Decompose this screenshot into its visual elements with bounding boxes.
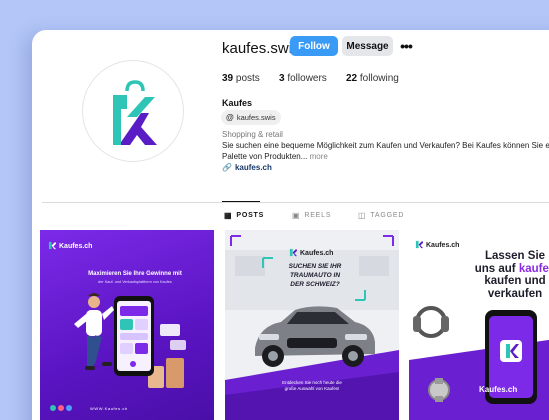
more-options-icon[interactable]: ••• [398, 36, 414, 56]
tabs-divider [42, 202, 549, 203]
post-tile[interactable]: Kaufes.ch Maximieren Sie Ihre Gewinne mi… [40, 230, 214, 420]
tab-tagged-label: TAGGED [370, 212, 405, 219]
heading-line: kaufen und [484, 275, 546, 287]
bio-more-link[interactable]: more [310, 152, 328, 161]
post-subheadline: der Kauf- und Verkaufsplattform von Kauf… [98, 280, 172, 284]
post-logo: Kaufes.ch [48, 241, 92, 252]
tab-posts[interactable]: ▦ POSTS [224, 211, 264, 220]
post-tile[interactable]: Kaufes.ch Lassen Sie uns auf kaufes kauf… [409, 230, 549, 420]
profile-avatar[interactable] [82, 60, 184, 162]
following-count: 22 [346, 73, 358, 84]
posts-label: posts [235, 73, 260, 84]
heading-line: uns auf kaufes [449, 263, 549, 276]
tab-reels[interactable]: ▣ REELS [292, 211, 331, 220]
heading-highlight: kaufes [518, 262, 549, 275]
posts-count: 39 [222, 73, 234, 84]
tagged-icon: ◫ [358, 211, 367, 220]
following-label: following [359, 73, 399, 84]
facebook-icon [50, 405, 56, 411]
post-headline: Maximieren Sie Ihre Gewinne mit [88, 271, 182, 277]
post-heading: Lassen Sie uns auf kaufes kaufen und ver… [449, 250, 549, 300]
grid-icon: ▦ [224, 211, 233, 220]
post-brand: Kaufes.ch [479, 385, 518, 394]
profile-name: Kaufes [222, 98, 253, 108]
profile-window: kaufes.swis Follow Message ••• 39 posts … [32, 30, 549, 420]
link-icon: 🔗 [222, 163, 232, 172]
post-logo-text: Kaufes.ch [426, 242, 460, 249]
kaufes-logo-icon [289, 248, 298, 259]
post-tile[interactable]: Kaufes.ch SUCHEN SIE IHR TRAUMAUTO IN DE… [225, 230, 399, 420]
profile-link-text: kaufes.ch [234, 163, 272, 172]
banner-line: SUCHEN SIE IHR [288, 263, 342, 270]
followers-count: 3 [279, 73, 285, 84]
tab-reels-label: REELS [304, 212, 332, 219]
banner-line: DER SCHWEIZ? [290, 281, 340, 288]
kaufes-logo-icon [113, 80, 157, 145]
post-logo-text: Kaufes.ch [300, 250, 334, 257]
kaufes-logo-icon [48, 241, 57, 252]
message-button[interactable]: Message [342, 36, 393, 56]
instagram-icon [58, 405, 64, 411]
threads-handle: kaufes.swis [236, 113, 276, 122]
profile-category: Shopping & retail [222, 130, 283, 139]
post-footer-url: WWW.Kaufes.ch [90, 406, 128, 411]
heading-line: Lassen Sie [484, 250, 546, 262]
heading-line: verkaufen [487, 287, 543, 300]
threads-icon: @ [226, 113, 234, 122]
kaufes-logo-icon [415, 240, 424, 251]
profile-link[interactable]: 🔗 kaufes.ch [222, 163, 272, 172]
reels-icon: ▣ [292, 211, 301, 220]
post-headline-banner: SUCHEN SIE IHR TRAUMAUTO IN DER SCHWEIZ? [265, 262, 365, 296]
threads-badge[interactable]: @ kaufes.swis [221, 110, 281, 125]
profile-bio: Sie suchen eine bequeme Möglichkeit zum … [222, 140, 549, 162]
posts-grid: Kaufes.ch Maximieren Sie Ihre Gewinne mi… [40, 230, 549, 420]
profile-username: kaufes.swis [222, 40, 300, 57]
linkedin-icon [66, 405, 72, 411]
tab-tagged[interactable]: ◫ TAGGED [358, 211, 404, 220]
posts-stat: 39 posts [222, 73, 260, 84]
followers-label: followers [287, 73, 327, 84]
followers-stat[interactable]: 3 followers [279, 73, 327, 84]
banner-line: TRAUMAUTO IN [289, 272, 341, 279]
post-cta: Entdecken Sie noch heute die große Auswa… [225, 380, 399, 392]
post-logo-text: Kaufes.ch [59, 243, 93, 250]
following-stat[interactable]: 22 following [346, 73, 399, 84]
post-logo: Kaufes.ch [289, 248, 333, 259]
social-icons [50, 405, 72, 411]
tab-posts-label: POSTS [236, 212, 265, 219]
bio-line-1: Sie suchen eine bequeme Möglichkeit zum … [222, 141, 549, 150]
cta-line: große Auswahl von Kaufes! [284, 386, 340, 391]
active-tab-indicator [222, 201, 260, 202]
heading-text: uns auf [474, 262, 519, 275]
follow-button[interactable]: Follow [290, 36, 338, 56]
man-with-phone-illustration [74, 293, 186, 388]
bio-line-2: Palette von Produkten... [222, 152, 308, 161]
